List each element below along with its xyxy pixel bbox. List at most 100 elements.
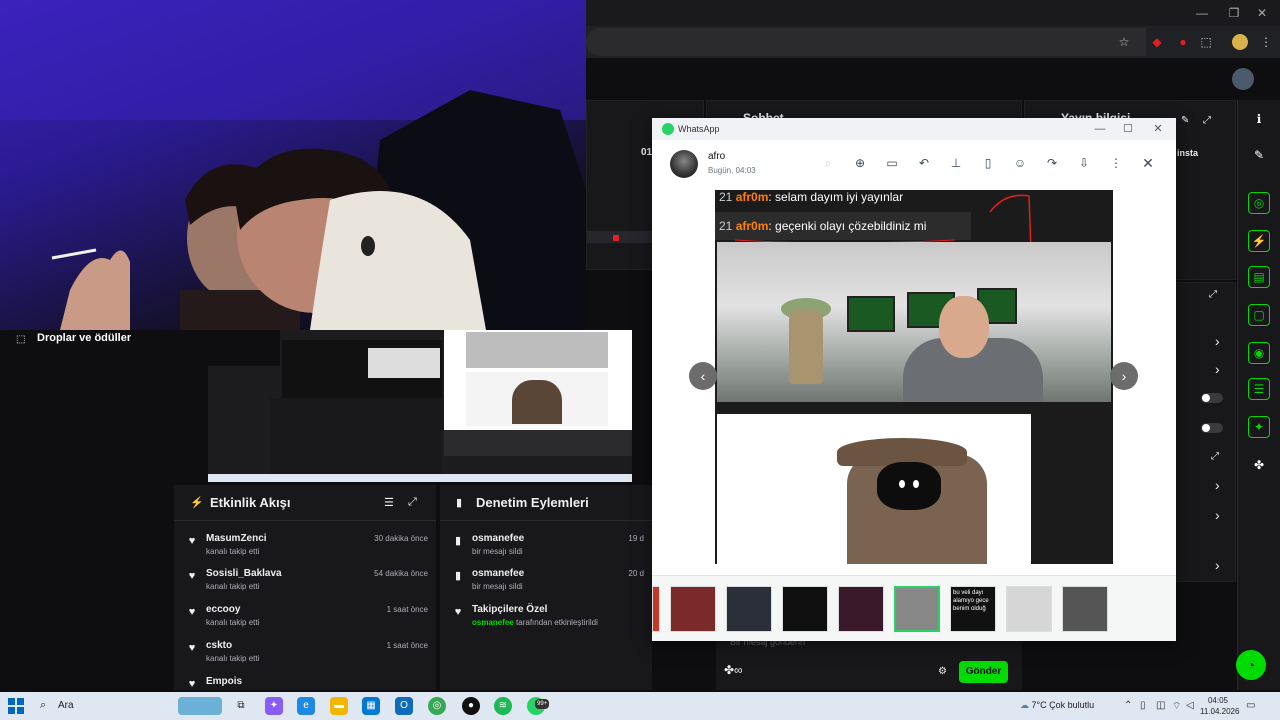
popout-icon[interactable]: ⤢ [1209,289,1217,300]
restore-icon[interactable]: ❐ [1224,4,1244,22]
popout-icon[interactable]: ⤢ [1203,115,1211,126]
toggle-switch[interactable] [1201,423,1223,433]
task-view-icon[interactable]: ⧉ [232,697,250,715]
send-button[interactable]: Gönder [959,661,1008,683]
taskbar-clock[interactable]: 04:05 11.04.2026 [1200,695,1239,717]
download-icon[interactable]: ⇩ [1076,155,1092,171]
file-explorer-icon[interactable]: ▬ [330,697,348,715]
heart-icon: ♥ [188,606,196,618]
bolt-icon[interactable]: ⚡ [1248,230,1270,252]
zoom-in-icon[interactable]: ⊕ [852,155,868,171]
popout-icon[interactable]: ⤢ [1211,451,1219,462]
activity-item[interactable]: ♥ eccooy kanalı takip etti 1 saat önce [174,600,436,636]
popout-icon[interactable]: ⤢ [408,496,417,509]
activity-item[interactable]: ♥ Sosisli_Baklava kanalı takip etti 54 d… [174,564,436,600]
emoji-icon[interactable]: ☺ [1012,155,1028,171]
chevron-right-icon[interactable]: › [1215,507,1220,523]
activity-item[interactable]: ♥ cskto kanalı takip etti 1 saat önce [174,636,436,672]
help-button[interactable]: ◔ [1236,650,1266,680]
tray-icon[interactable]: ▯ [1140,700,1146,711]
capture-icon[interactable]: ◎ [1248,192,1270,214]
chevron-right-icon[interactable]: › [1215,361,1220,377]
moderation-item[interactable]: ♥ Takipçilere Özel osmanefee tarafından … [440,600,652,636]
whatsapp-window: WhatsApp — ☐ ✕ afro Bugün, 04:03 ⌕ ⊕ ▭ ↶… [652,118,1176,641]
media-thumbnail[interactable] [652,586,660,632]
activity-item[interactable]: ♥ MasumZenci kanalı takip etti 30 dakika… [174,529,436,565]
close-icon[interactable]: ✕ [1150,121,1166,137]
pin-icon[interactable]: ⊥ [948,155,964,171]
chevron-right-icon[interactable]: › [1215,333,1220,349]
infinity-icon[interactable]: ✤∞ [724,663,743,677]
media-thumbnail[interactable] [670,586,716,632]
nested-region [208,474,632,482]
star-icon[interactable]: ▯ [980,155,996,171]
weather-widget[interactable]: ☁ 7°C Çok bulutlu [1020,700,1094,711]
heart-icon: ♥ [188,642,196,654]
media-thumbnail[interactable] [782,586,828,632]
volume-icon[interactable]: ◁ [1186,700,1194,711]
drops-section[interactable]: ⬚ Droplar ve ödüller [0,330,208,480]
media-thumbnail-selected[interactable] [894,586,940,632]
close-viewer-icon[interactable]: ✕ [1140,155,1156,171]
minimize-icon[interactable]: — [1192,4,1212,22]
address-bar[interactable] [586,28,1146,56]
copilot-icon[interactable]: ✦ [265,697,283,715]
filter-icon[interactable]: ☰ [384,496,394,509]
previous-media-button[interactable]: ‹ [689,362,717,390]
toggle-switch[interactable] [1201,393,1223,403]
forward-icon[interactable]: ↷ [1044,155,1060,171]
whatsapp-title: WhatsApp [678,124,720,134]
windows-start-icon[interactable] [8,698,24,714]
media-thumbnail[interactable] [838,586,884,632]
gift-icon: ⬚ [16,334,26,345]
media-thumbnail[interactable]: bu veli dayı alamıyo gece benim olduğ [950,586,996,632]
media-thumbnail[interactable] [1006,586,1052,632]
search-highlight-image[interactable] [178,697,222,715]
zoom-out-icon[interactable]: ⌕ [820,155,836,171]
extension-icon[interactable]: ◆ [1149,34,1165,50]
edit-icon[interactable]: ✎ [1181,115,1189,126]
layout-icon[interactable]: ☰ [1248,378,1270,400]
info-icon[interactable]: ℹ [1248,108,1270,130]
chevron-right-icon[interactable]: › [1215,557,1220,573]
wrench-icon[interactable]: ✦ [1248,416,1270,438]
user-avatar[interactable] [1232,68,1254,90]
notification-icon[interactable]: ▭ [1246,700,1255,711]
taskbar-search[interactable]: ⌕ Ara [34,696,170,716]
contact-avatar[interactable] [670,150,698,178]
minimize-icon[interactable]: — [1092,121,1108,137]
extension-icon[interactable]: ● [1175,34,1191,50]
document-icon[interactable]: ▤ [1248,266,1270,288]
menu-dots-icon[interactable]: ⋮ [1258,34,1274,50]
chevron-right-icon[interactable]: › [1215,477,1220,493]
more-options-icon[interactable]: ⋮ [1108,155,1124,171]
edge-icon[interactable]: e [297,697,315,715]
wifi-icon[interactable]: ⌔ [1172,700,1181,713]
puzzle-icon[interactable]: ⬚ [1198,34,1214,50]
broadcast-icon[interactable]: ◉ [1248,342,1270,364]
spotify-icon[interactable]: ≋ [494,697,512,715]
next-media-button[interactable]: › [1110,362,1138,390]
outlook-icon[interactable]: O [395,697,413,715]
maximize-icon[interactable]: ☐ [1120,121,1136,137]
profile-avatar[interactable] [1232,34,1248,50]
drops-label: Droplar ve ödüller [37,332,132,344]
tray-icon[interactable]: ◫ [1156,700,1165,711]
media-thumbnail[interactable] [1062,586,1108,632]
store-icon[interactable]: ▦ [362,697,380,715]
obs-icon[interactable]: ● [462,697,480,715]
bookmark-star-icon[interactable]: ☆ [1116,34,1132,50]
close-icon[interactable]: ✕ [1252,4,1272,22]
moderation-item[interactable]: ▮ osmanefee bir mesajı sildi 19 d [440,529,652,565]
chat-icon[interactable]: ▢ [1248,304,1270,326]
go-to-message-icon[interactable]: ▭ [884,155,900,171]
pencil-icon[interactable]: ✎ [1248,144,1270,166]
chevron-up-icon[interactable]: ⌃ [1124,700,1132,711]
reply-icon[interactable]: ↶ [916,155,932,171]
extensions-icon[interactable]: ✤ [1248,454,1270,476]
media-thumbnail[interactable] [726,586,772,632]
moderation-item[interactable]: ▮ osmanefee bir mesajı sildi 20 d [440,564,652,600]
gear-icon[interactable]: ⚙ [938,666,947,677]
whatsapp-taskbar-icon[interactable]: 99+ [527,697,550,715]
chrome-icon[interactable]: ◎ [428,697,446,715]
